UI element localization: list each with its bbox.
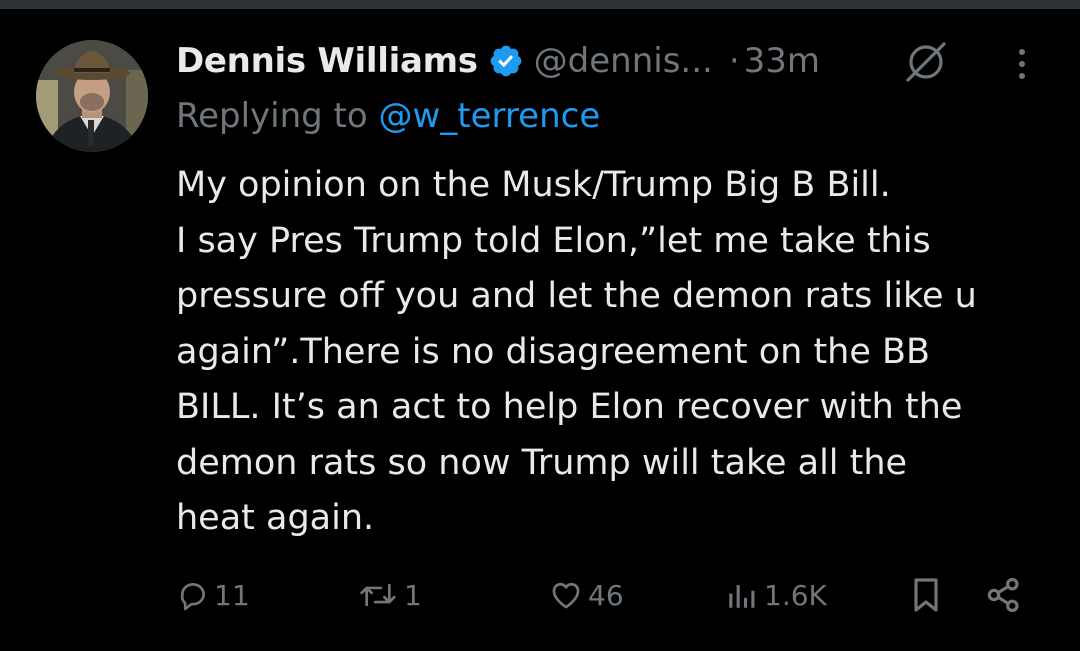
tweet-text-line: demon rats so now Trump will take all th…	[176, 442, 908, 483]
author-handle[interactable]: @dennis...	[534, 41, 713, 81]
dot-separator: ·	[728, 41, 740, 81]
author-name[interactable]: Dennis Williams	[176, 41, 478, 81]
tweet-text-line: heat again.	[176, 498, 375, 538]
repost-icon	[360, 583, 396, 607]
heart-icon	[552, 582, 580, 609]
tweet-text-line: My opinion on the Musk/Trump Big B Bill.	[176, 165, 891, 205]
like-button[interactable]: 46	[548, 570, 624, 620]
reply-count: 11	[214, 578, 250, 612]
tweet-text-line: BILL. It’s an act to help Elon recover w…	[176, 387, 963, 427]
bookmark-button[interactable]	[906, 570, 946, 620]
reply-button[interactable]: 11	[176, 570, 250, 620]
share-button[interactable]	[984, 570, 1024, 620]
verified-badge-icon	[490, 45, 522, 77]
like-count: 46	[588, 578, 624, 612]
top-divider	[0, 0, 1080, 9]
more-options-icon[interactable]	[1010, 44, 1034, 84]
views-chart-icon	[729, 585, 755, 608]
timestamp[interactable]: 33m	[744, 41, 820, 81]
views-count: 1.6K	[764, 578, 827, 612]
bookmark-icon	[914, 578, 938, 612]
reply-icon	[180, 583, 205, 611]
views-button[interactable]: 1.6K	[724, 570, 827, 620]
replying-to-line: Replying to @w_terrence	[176, 96, 600, 136]
tweet-text-line: pressure off you and let the demon rats …	[176, 276, 977, 316]
repost-count: 1	[404, 578, 422, 612]
tweet-text-line: I say Pres Trump told Elon,”let me take …	[176, 220, 931, 261]
tweet-header: Dennis Williams @dennis... · 33m	[176, 38, 820, 84]
replying-to-mention[interactable]: @w_terrence	[379, 96, 601, 136]
replying-prefix: Replying to	[176, 96, 379, 136]
share-icon	[987, 577, 1019, 613]
grok-icon[interactable]	[904, 42, 948, 82]
avatar[interactable]	[36, 40, 148, 152]
action-bar: 11 1 46 1.6K	[0, 570, 1080, 620]
tweet-text-line: again”.There is no disagreement on the B…	[176, 331, 931, 372]
tweet-text: My opinion on the Musk/Trump Big B Bill.…	[176, 158, 1056, 547]
repost-button[interactable]: 1	[356, 570, 422, 620]
